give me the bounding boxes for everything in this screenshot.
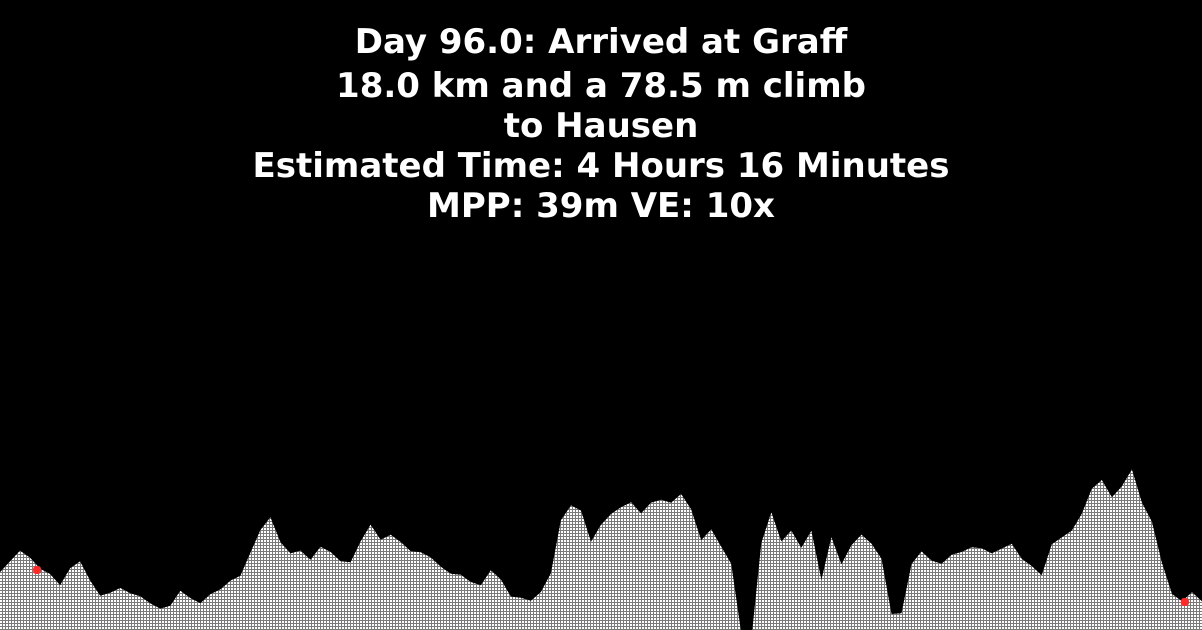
estimated-time-text: Estimated Time: 4 Hours 16 Minutes <box>252 146 950 186</box>
red-position-marker-0 <box>33 566 42 574</box>
red-position-marker-2 <box>1181 598 1189 606</box>
elevation-area <box>0 469 1202 630</box>
destination-text: to Hausen <box>503 106 699 146</box>
ride-summary-header: Day 96.0: Arrived at Graff 18.0 km and a… <box>0 22 1202 226</box>
day-title: Day 96.0: Arrived at Graff <box>354 22 848 62</box>
scale-info-text: MPP: 39m VE: 10x <box>427 186 775 226</box>
distance-climb-text: 18.0 km and a 78.5 m climb <box>336 66 866 106</box>
